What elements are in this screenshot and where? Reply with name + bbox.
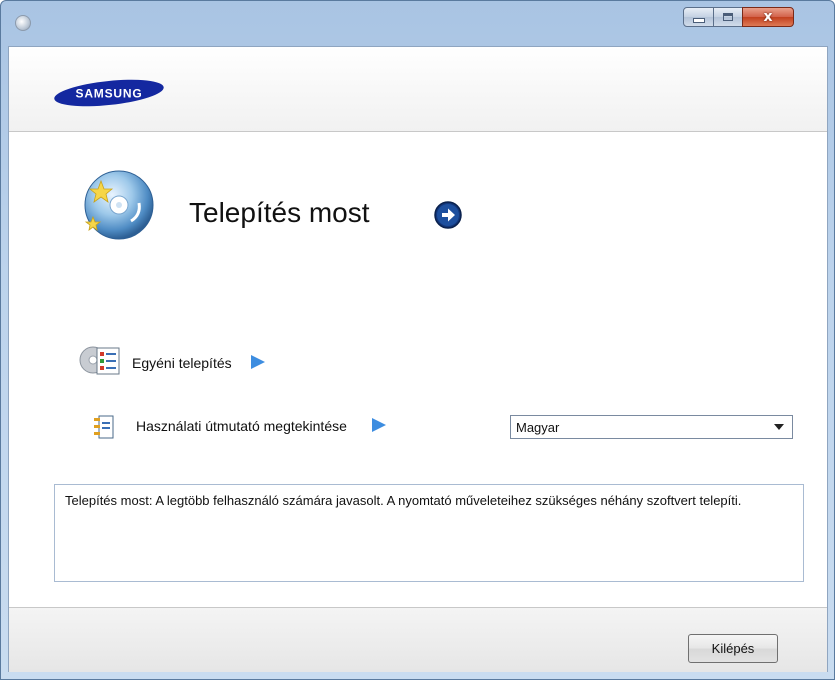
close-button[interactable]: x — [742, 7, 794, 27]
custom-install-icon — [79, 346, 120, 375]
user-guide-arrow-icon[interactable] — [372, 418, 386, 432]
arrow-right-circle-icon[interactable] — [433, 200, 463, 230]
minimize-button[interactable] — [683, 7, 714, 27]
language-selected-value: Magyar — [516, 420, 560, 435]
description-box: Telepítés most: A legtöbb felhasználó sz… — [54, 484, 804, 582]
user-guide-link[interactable]: Használati útmutató megtekintése — [136, 418, 347, 434]
header: SAMSUNG — [9, 47, 827, 132]
logo-text: SAMSUNG — [76, 87, 143, 101]
title-bar[interactable]: x — [1, 1, 834, 45]
samsung-logo: SAMSUNG — [54, 79, 164, 107]
install-now-label[interactable]: Telepítés most — [189, 197, 370, 229]
installer-window: x SAMSUNG Telepítés most Egyéni telepíté… — [0, 0, 835, 680]
custom-install-link[interactable]: Egyéni telepítés — [132, 355, 232, 371]
app-icon — [15, 15, 31, 31]
maximize-icon — [723, 13, 733, 21]
minimize-icon — [692, 18, 705, 23]
client-area: SAMSUNG Telepítés most Egyéni telepítés … — [8, 46, 828, 672]
description-text: Telepítés most: A legtöbb felhasználó sz… — [65, 493, 742, 508]
chevron-down-icon[interactable] — [774, 424, 784, 430]
language-select[interactable]: Magyar — [510, 415, 793, 439]
close-icon: x — [763, 9, 773, 25]
user-guide-icon — [94, 415, 114, 439]
maximize-button[interactable] — [713, 7, 743, 27]
exit-button[interactable]: Kilépés — [688, 634, 778, 663]
custom-install-label: Egyéni telepítés — [132, 355, 232, 371]
custom-install-arrow-icon[interactable] — [251, 355, 265, 369]
install-disc-icon — [84, 170, 154, 240]
user-guide-label: Használati útmutató megtekintése — [136, 418, 347, 434]
footer: Kilépés — [9, 607, 827, 672]
